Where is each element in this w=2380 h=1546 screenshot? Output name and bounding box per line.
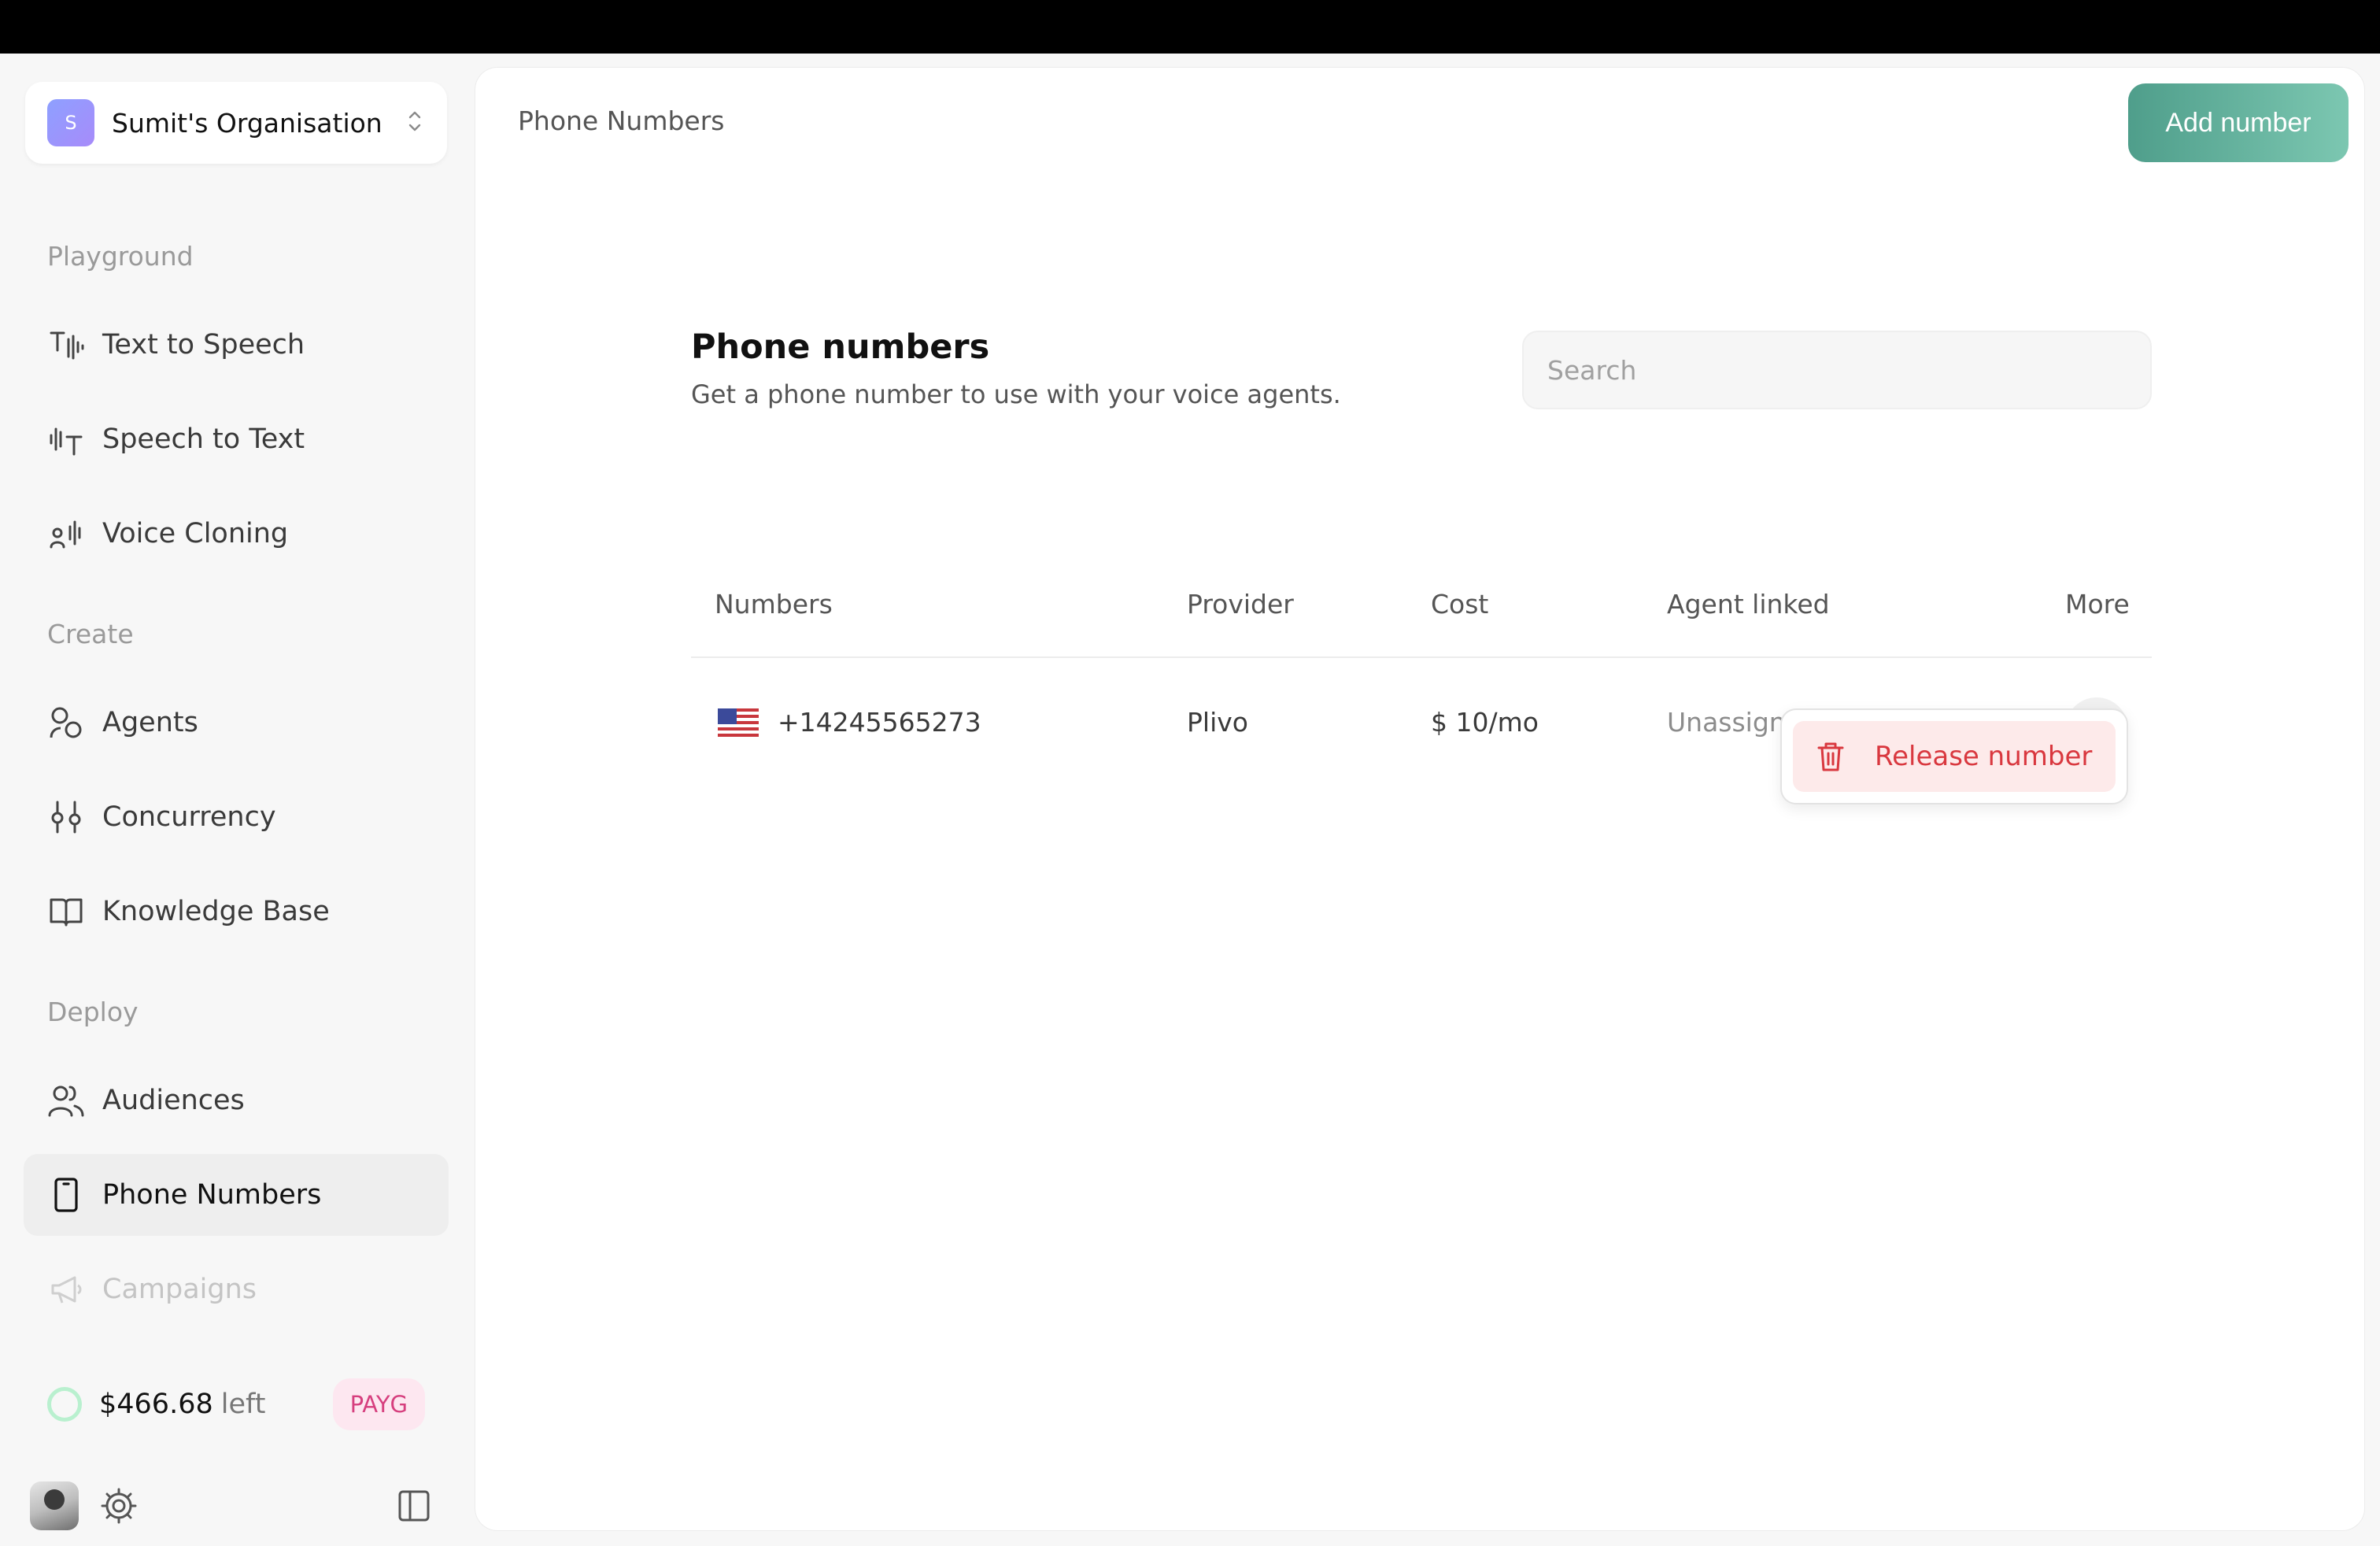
sidebar-item-label: Audiences bbox=[102, 1085, 245, 1116]
agents-icon bbox=[47, 704, 85, 742]
table-header: Numbers Provider Cost Agent linked More bbox=[691, 556, 2152, 658]
column-header-more: More bbox=[2065, 589, 2130, 620]
breadcrumb: Phone Numbers bbox=[518, 105, 725, 136]
page-subtitle: Get a phone number to use with your voic… bbox=[691, 379, 1341, 409]
us-flag-icon bbox=[718, 708, 759, 737]
column-header-cost: Cost bbox=[1431, 589, 1489, 620]
section-label-create: Create bbox=[47, 619, 134, 649]
column-header-provider: Provider bbox=[1187, 589, 1294, 620]
sidebar-toggle-icon[interactable] bbox=[397, 1489, 431, 1523]
sidebar-item-text-to-speech[interactable]: Text to Speech bbox=[24, 304, 449, 386]
number-cell: +14245565273 bbox=[718, 707, 981, 738]
sidebar-item-label: Phone Numbers bbox=[102, 1179, 322, 1211]
sidebar-item-audiences[interactable]: Audiences bbox=[24, 1060, 449, 1141]
sidebar-item-label: Voice Cloning bbox=[102, 518, 289, 549]
sidebar-item-phone-numbers[interactable]: Phone Numbers bbox=[24, 1154, 449, 1236]
section-label-playground: Playground bbox=[47, 241, 194, 272]
search-input[interactable] bbox=[1522, 331, 2152, 409]
release-number-label: Release number bbox=[1875, 741, 2093, 772]
user-avatar[interactable] bbox=[30, 1481, 79, 1530]
credit-usage-ring bbox=[47, 1387, 82, 1422]
users-icon bbox=[47, 1082, 85, 1119]
column-header-agent-linked: Agent linked bbox=[1667, 589, 1830, 620]
sidebar-item-speech-to-text[interactable]: Speech to Text bbox=[24, 398, 449, 480]
top-bar bbox=[0, 0, 2380, 54]
speech-to-text-icon bbox=[47, 420, 85, 458]
sidebar-item-voice-cloning[interactable]: Voice Cloning bbox=[24, 493, 449, 575]
phone-number-text: +14245565273 bbox=[778, 707, 981, 738]
row-actions-menu: Release number bbox=[1780, 708, 2128, 804]
sidebar-item-label: Concurrency bbox=[102, 801, 276, 833]
sidebar-item-agents[interactable]: Agents bbox=[24, 682, 449, 764]
org-name: Sumit's Organisation bbox=[112, 107, 382, 139]
voice-cloning-icon bbox=[47, 515, 85, 553]
org-switcher[interactable]: S Sumit's Organisation bbox=[25, 82, 447, 164]
book-icon bbox=[47, 893, 85, 930]
sidebar-item-campaigns[interactable]: Campaigns bbox=[24, 1248, 449, 1330]
provider-cell: Plivo bbox=[1187, 707, 1248, 738]
sidebar-item-label: Speech to Text bbox=[102, 423, 305, 455]
sidebar-item-label: Campaigns bbox=[102, 1274, 257, 1305]
plan-badge: PAYG bbox=[332, 1378, 425, 1430]
page-title: Phone numbers bbox=[691, 327, 990, 367]
main-panel: Phone Numbers Add number Phone numbers G… bbox=[475, 68, 2364, 1530]
sidebar-item-concurrency[interactable]: Concurrency bbox=[24, 776, 449, 858]
concurrency-icon bbox=[47, 798, 85, 836]
section-label-deploy: Deploy bbox=[47, 997, 139, 1027]
credits-balance[interactable]: $466.68 left PAYG bbox=[47, 1376, 425, 1433]
phone-icon bbox=[47, 1176, 85, 1214]
sidebar: S Sumit's Organisation Playground Text t… bbox=[0, 54, 472, 1546]
sidebar-item-label: Text to Speech bbox=[102, 329, 305, 361]
column-header-numbers: Numbers bbox=[715, 589, 833, 620]
gear-icon[interactable] bbox=[99, 1486, 139, 1526]
release-number-menu-item[interactable]: Release number bbox=[1793, 721, 2116, 792]
cost-cell: $ 10/mo bbox=[1431, 707, 1539, 738]
org-avatar: S bbox=[47, 99, 94, 146]
credit-suffix: left bbox=[220, 1389, 266, 1420]
sidebar-footer bbox=[30, 1478, 431, 1533]
credit-amount: $466.68 bbox=[99, 1389, 213, 1420]
add-number-button[interactable]: Add number bbox=[2128, 83, 2349, 162]
chevron-up-down-icon bbox=[405, 109, 425, 137]
trash-icon bbox=[1817, 742, 1844, 771]
megaphone-icon bbox=[47, 1270, 85, 1308]
sidebar-item-label: Agents bbox=[102, 707, 198, 738]
sidebar-item-knowledge-base[interactable]: Knowledge Base bbox=[24, 871, 449, 952]
sidebar-item-label: Knowledge Base bbox=[102, 896, 330, 927]
text-to-speech-icon bbox=[47, 326, 85, 364]
